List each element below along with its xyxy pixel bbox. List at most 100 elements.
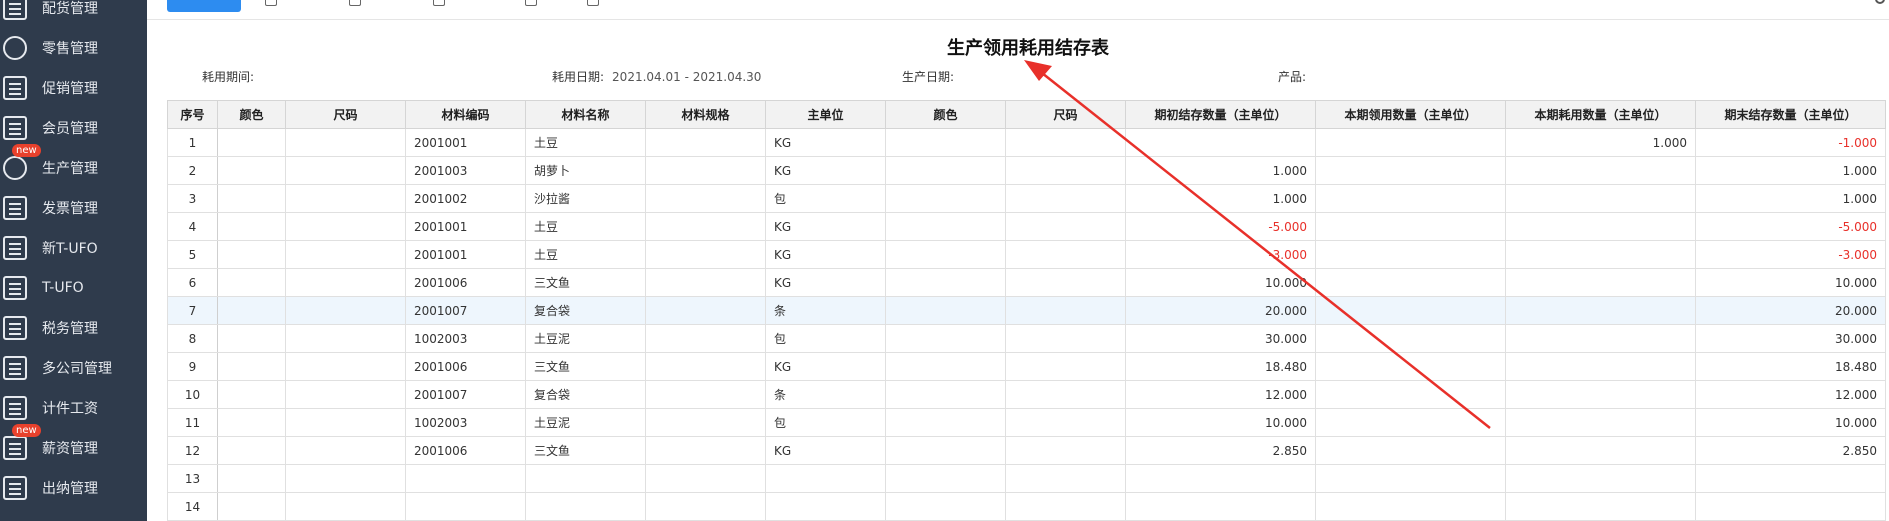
cell-color2 [885,156,1006,185]
column-header[interactable]: 材料编码 [405,100,526,129]
column-header[interactable]: 尺码 [1005,100,1126,129]
cell-closing [1695,492,1886,521]
cell-size [285,296,406,325]
cell-unit: KG [765,240,886,269]
cell-name: 土豆泥 [525,408,646,437]
cell-seq: 13 [167,464,218,493]
table-row[interactable]: 3 2001002 沙拉酱 包 1.000 1.000 [167,184,1886,213]
table-row[interactable]: 4 2001001 土豆 KG -5.000 -5.000 [167,212,1886,241]
column-header[interactable]: 期末结存数量（主单位） [1695,100,1886,129]
sidebar-item[interactable]: 出纳管理 [0,468,147,508]
sidebar-item-label: 配货管理 [42,1,98,17]
toolbar-icon[interactable] [349,0,361,6]
sidebar-item[interactable]: 计件工资 [0,388,147,428]
cell-color [217,492,286,521]
cell-opening [1125,128,1316,157]
sidebar: 配货管理 零售管理 促销管理 会员管理 new 生产管理 发票管理 新T-UFO T-UFO 税务… [0,0,147,521]
cell-spec [645,408,766,437]
column-header[interactable]: 颜色 [217,100,286,129]
toolbar-icon[interactable] [265,0,277,6]
cell-consumed [1505,268,1696,297]
cell-seq: 1 [167,128,218,157]
cell-seq: 6 [167,268,218,297]
help-icon[interactable] [587,0,599,6]
column-header[interactable]: 颜色 [885,100,1006,129]
sidebar-item[interactable]: 促销管理 [0,68,147,108]
cell-consumed [1505,324,1696,353]
cell-unit: 条 [765,380,886,409]
cell-size [285,464,406,493]
sidebar-item[interactable]: 发票管理 [0,188,147,228]
close-icon[interactable] [1875,0,1885,4]
date-meta: 耗用日期: 2021.04.01 - 2021.04.30 [552,68,761,85]
nav-icon [3,436,27,460]
cell-name: 三文鱼 [525,268,646,297]
cell-color [217,268,286,297]
table-row[interactable]: 9 2001006 三文鱼 KG 18.480 18.480 [167,352,1886,381]
nav-icon [3,196,27,220]
column-header[interactable]: 本期领用数量（主单位） [1315,100,1506,129]
sidebar-item[interactable]: new 薪资管理 [0,424,147,468]
sidebar-item[interactable]: 配货管理 [0,0,147,28]
cell-spec [645,296,766,325]
table-row[interactable]: 10 2001007 复合袋 条 12.000 12.000 [167,380,1886,409]
cell-code: 2001001 [405,128,526,157]
cell-code: 2001001 [405,240,526,269]
table-row[interactable]: 11 1002003 土豆泥 包 10.000 10.000 [167,408,1886,437]
cell-closing: -5.000 [1695,212,1886,241]
cell-closing: 12.000 [1695,380,1886,409]
cell-size2 [1005,352,1126,381]
cell-color2 [885,492,1006,521]
refresh-icon[interactable] [525,0,537,6]
cell-unit: 包 [765,184,886,213]
column-header[interactable]: 材料名称 [525,100,646,129]
cell-received [1315,268,1506,297]
table-row[interactable]: 13 [167,464,1886,493]
cell-unit: KG [765,156,886,185]
table-row[interactable]: 7 2001007 复合袋 条 20.000 20.000 [167,296,1886,325]
table-row[interactable]: 5 2001001 土豆 KG -3.000 -3.000 [167,240,1886,269]
column-header[interactable]: 材料规格 [645,100,766,129]
toolbar-icon[interactable] [433,0,445,6]
cell-closing: 20.000 [1695,296,1886,325]
cell-seq: 9 [167,352,218,381]
table-row[interactable]: 2 2001003 胡萝卜 KG 1.000 1.000 [167,156,1886,185]
nav-icon [3,276,27,300]
table-row[interactable]: 8 1002003 土豆泥 包 30.000 30.000 [167,324,1886,353]
cell-name [525,464,646,493]
column-header[interactable]: 期初结存数量（主单位） [1125,100,1316,129]
column-header[interactable]: 序号 [167,100,218,129]
table-row[interactable]: 12 2001006 三文鱼 KG 2.850 2.850 [167,436,1886,465]
sidebar-item[interactable]: 会员管理 [0,108,147,148]
column-header[interactable]: 主单位 [765,100,886,129]
sidebar-item[interactable]: 多公司管理 [0,348,147,388]
column-header[interactable]: 本期耗用数量（主单位） [1505,100,1696,129]
cell-code [405,464,526,493]
cell-received [1315,296,1506,325]
cell-consumed [1505,380,1696,409]
table-row[interactable]: 1 2001001 土豆 KG 1.000 -1.000 [167,128,1886,157]
sidebar-item[interactable]: T-UFO [0,268,147,308]
table-row[interactable]: 6 2001006 三文鱼 KG 10.000 10.000 [167,268,1886,297]
sidebar-item[interactable]: new 生产管理 [0,144,147,188]
cell-size2 [1005,240,1126,269]
sidebar-item-label: 促销管理 [42,81,98,97]
cell-size2 [1005,324,1126,353]
cell-spec [645,184,766,213]
sidebar-item[interactable]: 税务管理 [0,308,147,348]
table-row[interactable]: 14 [167,492,1886,521]
cell-received [1315,380,1506,409]
primary-button[interactable] [167,0,241,12]
sidebar-item[interactable]: 新T-UFO [0,228,147,268]
cell-name: 土豆 [525,240,646,269]
column-header[interactable]: 尺码 [285,100,406,129]
cell-color2 [885,240,1006,269]
cell-color2 [885,408,1006,437]
cell-size2 [1005,408,1126,437]
cell-unit [765,492,886,521]
cell-size [285,184,406,213]
cell-received [1315,352,1506,381]
cell-name: 三文鱼 [525,352,646,381]
cell-color2 [885,296,1006,325]
cell-seq: 5 [167,240,218,269]
